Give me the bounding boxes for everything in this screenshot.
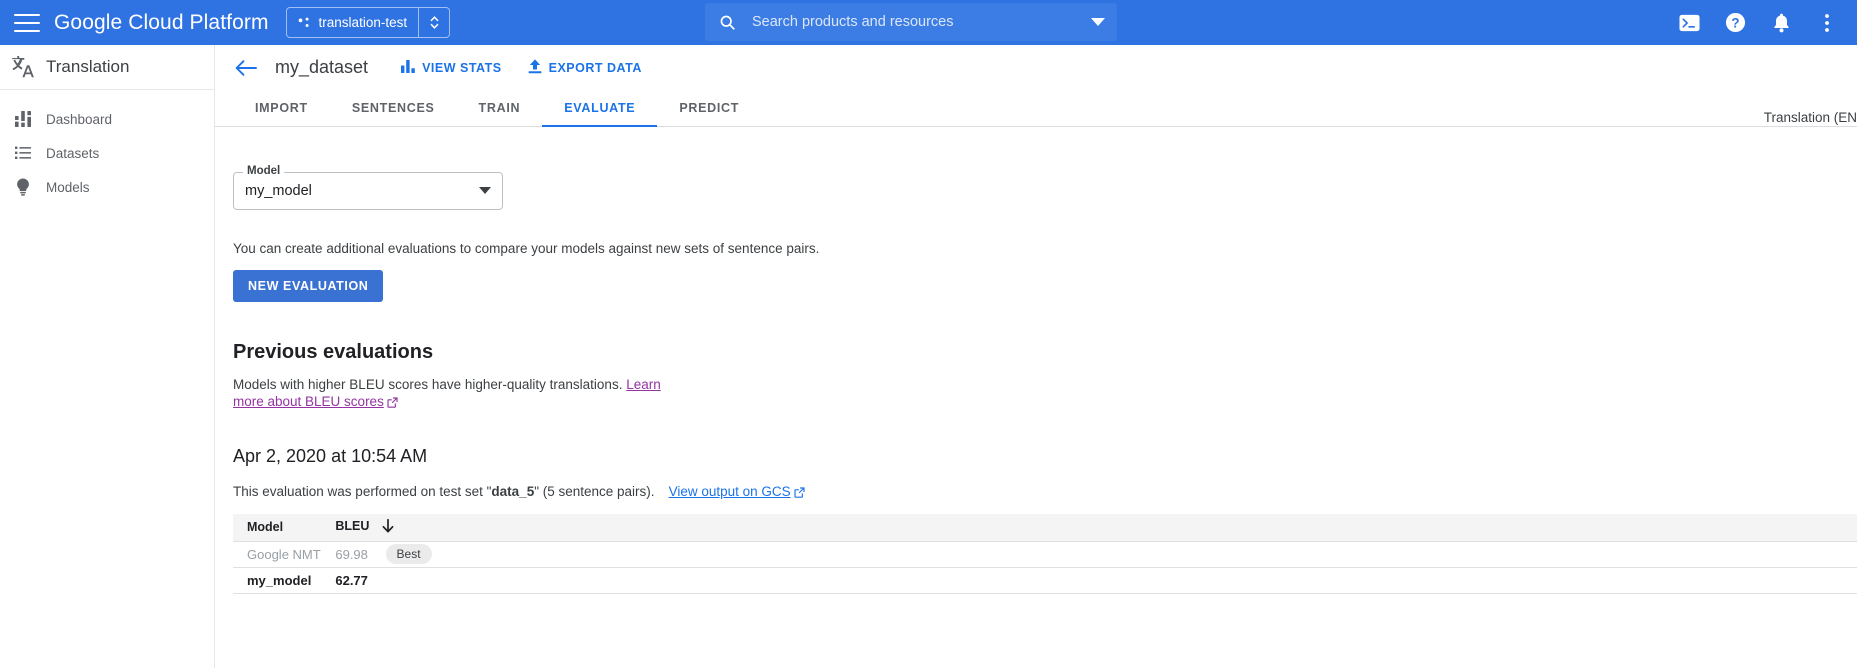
sidebar-item-models[interactable]: Models [0, 170, 214, 204]
dropdown-arrow-icon[interactable] [479, 187, 491, 195]
view-stats-label: VIEW STATS [422, 61, 502, 75]
export-data-button[interactable]: EXPORT DATA [528, 59, 642, 77]
description-prefix: Models with higher BLEU scores have high… [233, 377, 626, 392]
column-header-bleu[interactable]: BLEU [321, 514, 1857, 541]
sidebar-item-label: Models [46, 180, 90, 195]
sidebar-header: Translation [0, 45, 214, 90]
sidebar-item-dashboard[interactable]: Dashboard [0, 102, 214, 136]
eval-sub-prefix: This evaluation was performed on test se… [233, 484, 491, 499]
evaluation-subtitle: This evaluation was performed on test se… [233, 484, 805, 501]
bleu-value: 69.98 [335, 547, 368, 562]
column-header-model[interactable]: Model [233, 514, 321, 541]
tab-sentences[interactable]: SENTENCES [330, 90, 457, 126]
top-app-bar: Google Cloud Platform translation-test [0, 0, 1857, 45]
table-header-row: Model BLEU [233, 514, 1857, 541]
model-select-label: Model [243, 165, 284, 177]
page-title: my_dataset [275, 57, 368, 78]
list-icon [0, 146, 46, 160]
search-chevron-down-icon[interactable] [1079, 18, 1117, 27]
svg-text:?: ? [1731, 16, 1739, 31]
arrow-back-icon[interactable] [235, 59, 257, 77]
cell-model: my_model [233, 567, 321, 593]
topbar-icon-group: ? [1677, 0, 1847, 45]
global-search-bar[interactable] [705, 3, 1117, 41]
evaluate-info-text: You can create additional evaluations to… [233, 241, 819, 256]
tab-evaluate[interactable]: EVALUATE [542, 90, 657, 126]
tab-label: IMPORT [255, 101, 308, 115]
translate-icon [0, 54, 46, 80]
sidebar-item-label: Dashboard [46, 112, 112, 127]
table-row[interactable]: Google NMT 69.98 Best [233, 541, 1857, 567]
unfold-more-icon[interactable] [419, 8, 449, 37]
hamburger-menu-icon[interactable] [14, 14, 40, 32]
open-in-new-icon[interactable] [794, 486, 805, 501]
eval-sub-suffix: " (5 sentence pairs). [534, 484, 654, 499]
eval-testset-name: data_5 [491, 484, 534, 499]
language-pair-label: Translation (EN [1764, 110, 1857, 125]
cloud-shell-icon[interactable] [1677, 11, 1701, 35]
table-row[interactable]: my_model 62.77 [233, 567, 1857, 593]
notifications-bell-icon[interactable] [1769, 11, 1793, 35]
evaluation-results-table: Model BLEU Google NMT [233, 514, 1857, 594]
tab-import[interactable]: IMPORT [233, 90, 330, 126]
page-header: my_dataset VIEW STATS [215, 45, 1857, 90]
sidebar-item-datasets[interactable]: Datasets [0, 136, 214, 170]
bar-chart-icon [401, 60, 415, 76]
export-data-label: EXPORT DATA [549, 61, 642, 75]
project-picker[interactable]: translation-test [286, 7, 451, 38]
tab-bar: IMPORT SENTENCES TRAIN EVALUATE PREDICT … [215, 90, 1857, 127]
previous-evaluations-title: Previous evaluations [233, 341, 433, 364]
column-label: BLEU [335, 519, 369, 533]
left-sidebar: Translation Dashboard [0, 45, 215, 668]
tab-label: EVALUATE [564, 101, 635, 115]
tab-label: PREDICT [679, 101, 739, 115]
view-stats-button[interactable]: VIEW STATS [401, 60, 502, 76]
open-in-new-icon[interactable] [387, 395, 398, 412]
search-input[interactable] [752, 14, 1079, 30]
model-select[interactable]: Model my_model [233, 172, 503, 210]
header-action-group: VIEW STATS EXPORT DATA [401, 59, 642, 77]
more-vert-icon[interactable] [1815, 11, 1839, 35]
dashboard-icon [0, 111, 46, 127]
column-label: Model [247, 520, 283, 534]
previous-evaluations-description: Models with higher BLEU scores have high… [233, 376, 675, 413]
tab-train[interactable]: TRAIN [457, 90, 543, 126]
main-content: my_dataset VIEW STATS [215, 45, 1857, 668]
new-evaluation-button[interactable]: NEW EVALUATION [233, 270, 383, 302]
cell-model: Google NMT [233, 541, 321, 567]
project-name: translation-test [319, 15, 408, 30]
tab-predict[interactable]: PREDICT [657, 90, 761, 126]
status-badge: Best [386, 544, 432, 564]
evaluation-date: Apr 2, 2020 at 10:54 AM [233, 446, 427, 467]
upload-icon [528, 59, 542, 77]
project-dots-icon [297, 16, 311, 30]
help-icon[interactable]: ? [1723, 11, 1747, 35]
tab-label: SENTENCES [352, 101, 435, 115]
view-output-on-gcs-link[interactable]: View output on GCS [669, 484, 791, 499]
arrow-downward-icon[interactable] [382, 519, 394, 536]
lightbulb-icon [0, 178, 46, 196]
sidebar-item-label: Datasets [46, 146, 99, 161]
cell-bleu: 69.98 Best [321, 541, 1857, 567]
search-icon [719, 14, 736, 31]
sidebar-title: Translation [46, 57, 129, 77]
sidebar-nav: Dashboard Datasets Models [0, 90, 214, 204]
tab-label: TRAIN [479, 101, 521, 115]
cell-bleu: 62.77 [321, 567, 1857, 593]
model-select-value: my_model [245, 183, 312, 199]
gcp-logo[interactable]: Google Cloud Platform [54, 11, 269, 35]
